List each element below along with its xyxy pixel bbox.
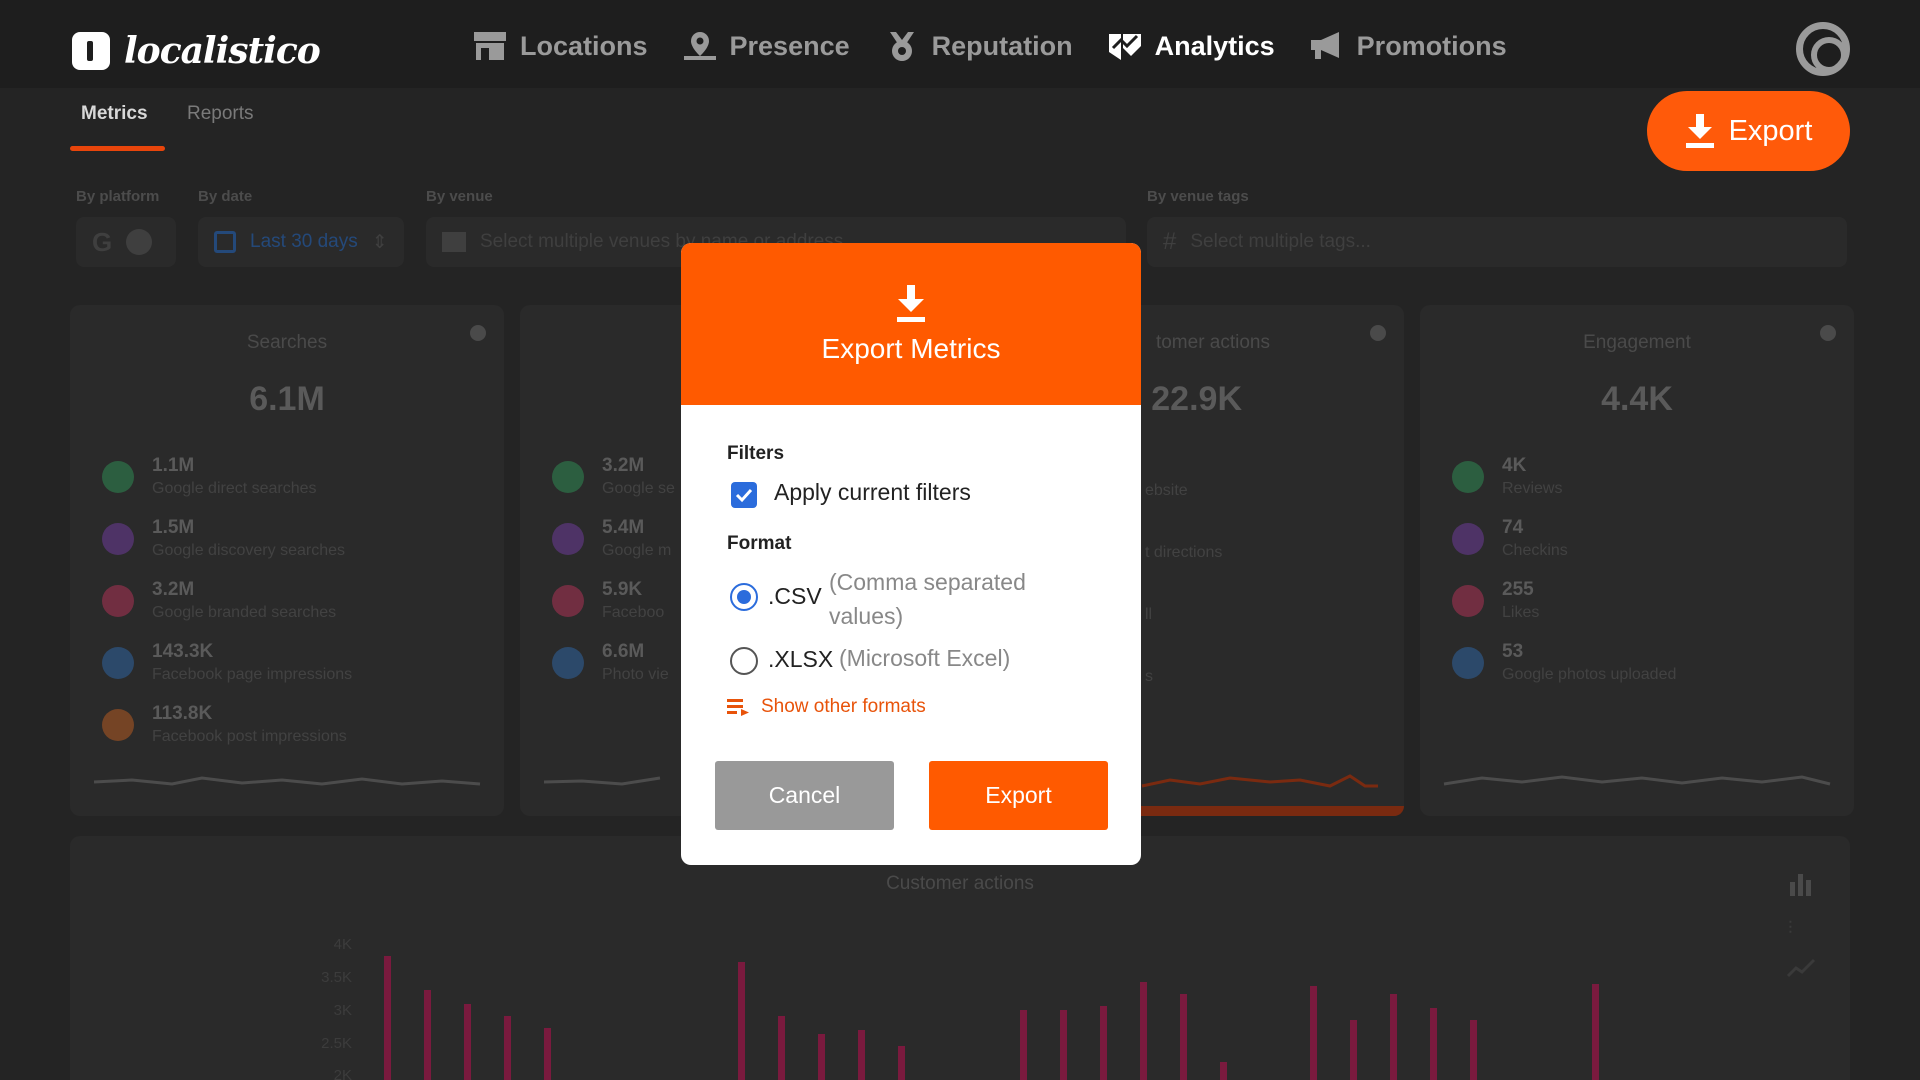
csv-format-description: (Comma separated values): [829, 565, 1026, 633]
confirm-export-button[interactable]: Export: [929, 761, 1108, 830]
show-other-formats-label: Show other formats: [761, 696, 926, 717]
apply-filters-label[interactable]: Apply current filters: [774, 479, 971, 506]
cancel-button[interactable]: Cancel: [715, 761, 894, 830]
xlsx-radio[interactable]: [730, 647, 758, 675]
show-other-formats-link[interactable]: Show other formats: [727, 696, 926, 718]
xlsx-format-description: (Microsoft Excel): [839, 645, 1011, 671]
format-section-label: Format: [727, 533, 792, 554]
csv-desc-line: values): [829, 603, 904, 629]
csv-radio[interactable]: [730, 583, 758, 611]
csv-format-name[interactable]: .CSV: [768, 583, 822, 610]
download-icon: [897, 285, 925, 322]
csv-desc-line: (Comma separated: [829, 569, 1026, 595]
xlsx-format-name[interactable]: .XLSX: [768, 646, 833, 673]
list-icon: [727, 699, 749, 716]
dialog-title: Export Metrics: [821, 333, 1001, 364]
export-metrics-dialog: Export Metrics Filters Apply current fil…: [681, 243, 1141, 865]
filters-section-label: Filters: [727, 443, 785, 464]
check-icon: [735, 488, 753, 503]
dialog-header: Export Metrics: [681, 243, 1141, 405]
apply-filters-checkbox[interactable]: [731, 482, 757, 508]
